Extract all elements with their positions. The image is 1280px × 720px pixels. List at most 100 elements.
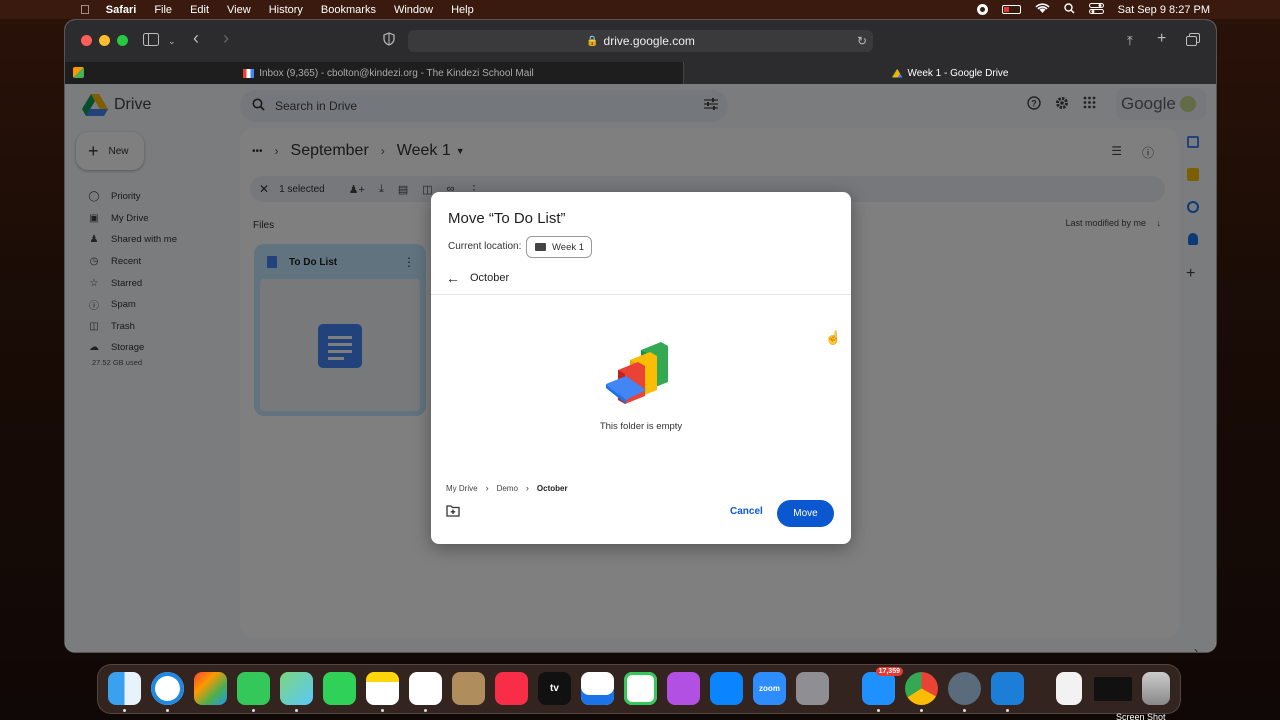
dock-freeform-icon[interactable]	[409, 672, 442, 705]
tab-bar: Inbox (9,365) - cbolton@kindezi.org - Th…	[65, 62, 1216, 84]
tab-gmail-title: Inbox (9,365) - cbolton@kindezi.org - Th…	[259, 67, 534, 79]
battery-icon[interactable]	[1001, 5, 1021, 14]
dialog-title: Move “To Do List”	[448, 210, 566, 227]
move-button[interactable]: Move	[777, 500, 834, 527]
tab-drive-title: Week 1 - Google Drive	[907, 67, 1009, 79]
dock-music-icon[interactable]	[495, 672, 528, 705]
dock-quicktime-icon[interactable]	[948, 672, 981, 705]
dock-messages-icon[interactable]	[237, 672, 270, 705]
dock-running-indicator	[877, 709, 880, 712]
dock-xcode-tools-icon[interactable]	[991, 672, 1024, 705]
move-dialog: Move “To Do List” Current location: Week…	[431, 192, 851, 544]
dock-zoom-icon[interactable]: zoom	[753, 672, 786, 705]
dock-running-indicator	[166, 709, 169, 712]
dialog-divider	[431, 294, 851, 295]
menu-file[interactable]: File	[154, 4, 172, 16]
close-window-button[interactable]	[81, 35, 92, 46]
path-item-october: October	[536, 483, 568, 493]
dock-running-indicator	[252, 709, 255, 712]
dock-facetime-icon[interactable]	[323, 672, 356, 705]
privacy-shield-icon[interactable]	[383, 32, 395, 50]
forward-icon[interactable]: ›	[223, 29, 229, 47]
current-location-name: Week 1	[552, 241, 585, 253]
address-bar[interactable]: 🔒 drive.google.com ↻	[408, 30, 873, 52]
chevron-right-icon: ›	[485, 483, 489, 493]
mail-unread-badge: 17,359	[875, 667, 903, 676]
back-arrow-icon[interactable]: ←	[446, 270, 460, 286]
dock-document-icon[interactable]	[1056, 672, 1082, 705]
menu-bookmarks[interactable]: Bookmarks	[321, 4, 376, 16]
menu-window[interactable]: Window	[394, 4, 433, 16]
dock-mail-icon[interactable]: 17,359	[862, 667, 903, 705]
menu-bar-status: Sat Sep 9 8:27 PM	[976, 2, 1210, 17]
dock-appstore-icon[interactable]	[710, 672, 743, 705]
dock-keynote-icon[interactable]	[581, 672, 614, 705]
dock-screenshot-thumbnail[interactable]	[1094, 677, 1132, 701]
current-folder-name: October	[470, 272, 510, 284]
tab-gmail[interactable]: Inbox (9,365) - cbolton@kindezi.org - Th…	[94, 62, 684, 84]
dock-running-indicator	[123, 709, 126, 712]
appletv-label: tv	[550, 683, 559, 694]
apple-menu-icon[interactable]: 	[80, 2, 90, 17]
dock-podcasts-icon[interactable]	[667, 672, 700, 705]
chevron-right-icon: ›	[525, 483, 529, 493]
menu-edit[interactable]: Edit	[190, 4, 209, 16]
hand-cursor-icon: ☝	[825, 330, 842, 345]
dock-chrome-icon[interactable]	[905, 672, 938, 705]
new-folder-icon[interactable]	[446, 505, 460, 517]
tab-group-icon[interactable]	[73, 67, 84, 78]
spotlight-icon[interactable]	[1063, 2, 1075, 17]
dock: tv zoom 17,359	[97, 664, 1181, 714]
dock-maps-icon[interactable]	[280, 672, 313, 705]
dock-numbers-icon[interactable]	[624, 672, 657, 705]
safari-toolbar: ⌄ ‹ › 🔒 drive.google.com ↻ ⤒ +	[65, 20, 1216, 62]
reload-icon[interactable]: ↻	[857, 34, 867, 48]
menu-datetime[interactable]: Sat Sep 9 8:27 PM	[1118, 4, 1210, 16]
dock-safari-icon[interactable]	[151, 672, 184, 705]
address-url: drive.google.com	[603, 34, 695, 48]
dock-trash-icon[interactable]	[1142, 672, 1170, 705]
dock-finder-icon[interactable]	[108, 672, 141, 705]
control-center-icon[interactable]	[1088, 2, 1104, 17]
chevron-down-icon[interactable]: ⌄	[168, 32, 176, 50]
minimize-window-button[interactable]	[99, 35, 110, 46]
new-tab-icon[interactable]: +	[1157, 30, 1166, 48]
path-item-demo[interactable]: Demo	[497, 484, 518, 493]
gmail-icon	[243, 68, 255, 78]
zoom-label: zoom	[759, 684, 780, 693]
menu-app-name[interactable]: Safari	[106, 4, 137, 16]
empty-folder-illustration	[606, 342, 668, 404]
menu-help[interactable]: Help	[451, 4, 474, 16]
dock-appletv-icon[interactable]: tv	[538, 672, 571, 705]
wifi-icon[interactable]	[1035, 2, 1050, 17]
menu-history[interactable]: History	[269, 4, 303, 16]
sidebar-toggle-icon[interactable]	[143, 32, 159, 50]
dock-launchpad-icon[interactable]	[194, 672, 227, 705]
dock-notes-icon[interactable]	[366, 672, 399, 705]
menu-bar:  Safari File Edit View History Bookmark…	[0, 0, 1280, 19]
dock-running-indicator	[295, 709, 298, 712]
tab-drive[interactable]: Week 1 - Google Drive	[684, 62, 1216, 84]
folder-nav-row: ← October	[446, 270, 509, 286]
dock-running-indicator	[963, 709, 966, 712]
menu-view[interactable]: View	[227, 4, 251, 16]
lock-icon: 🔒	[586, 35, 599, 47]
folder-icon	[535, 243, 546, 251]
menu-bar-left:  Safari File Edit View History Bookmark…	[0, 2, 492, 17]
back-icon[interactable]: ‹	[193, 29, 199, 47]
window-controls	[81, 35, 128, 46]
dock-system-settings-icon[interactable]	[796, 672, 829, 705]
path-item-my-drive[interactable]: My Drive	[446, 484, 478, 493]
tab-overview-icon[interactable]	[1186, 32, 1200, 50]
share-icon[interactable]: ⤒	[1127, 32, 1133, 50]
desktop:  Safari File Edit View History Bookmark…	[0, 0, 1280, 720]
screenshot-label: Screen Shot	[1116, 712, 1166, 720]
zoom-window-button[interactable]	[117, 35, 128, 46]
current-location-chip[interactable]: Week 1	[526, 236, 592, 258]
cancel-button[interactable]: Cancel	[730, 506, 763, 517]
empty-folder-message: This folder is empty	[599, 421, 683, 432]
record-icon[interactable]	[976, 4, 988, 15]
dock-contacts-icon[interactable]	[452, 672, 485, 705]
drive-favicon	[891, 68, 903, 78]
dock-running-indicator	[1006, 709, 1009, 712]
